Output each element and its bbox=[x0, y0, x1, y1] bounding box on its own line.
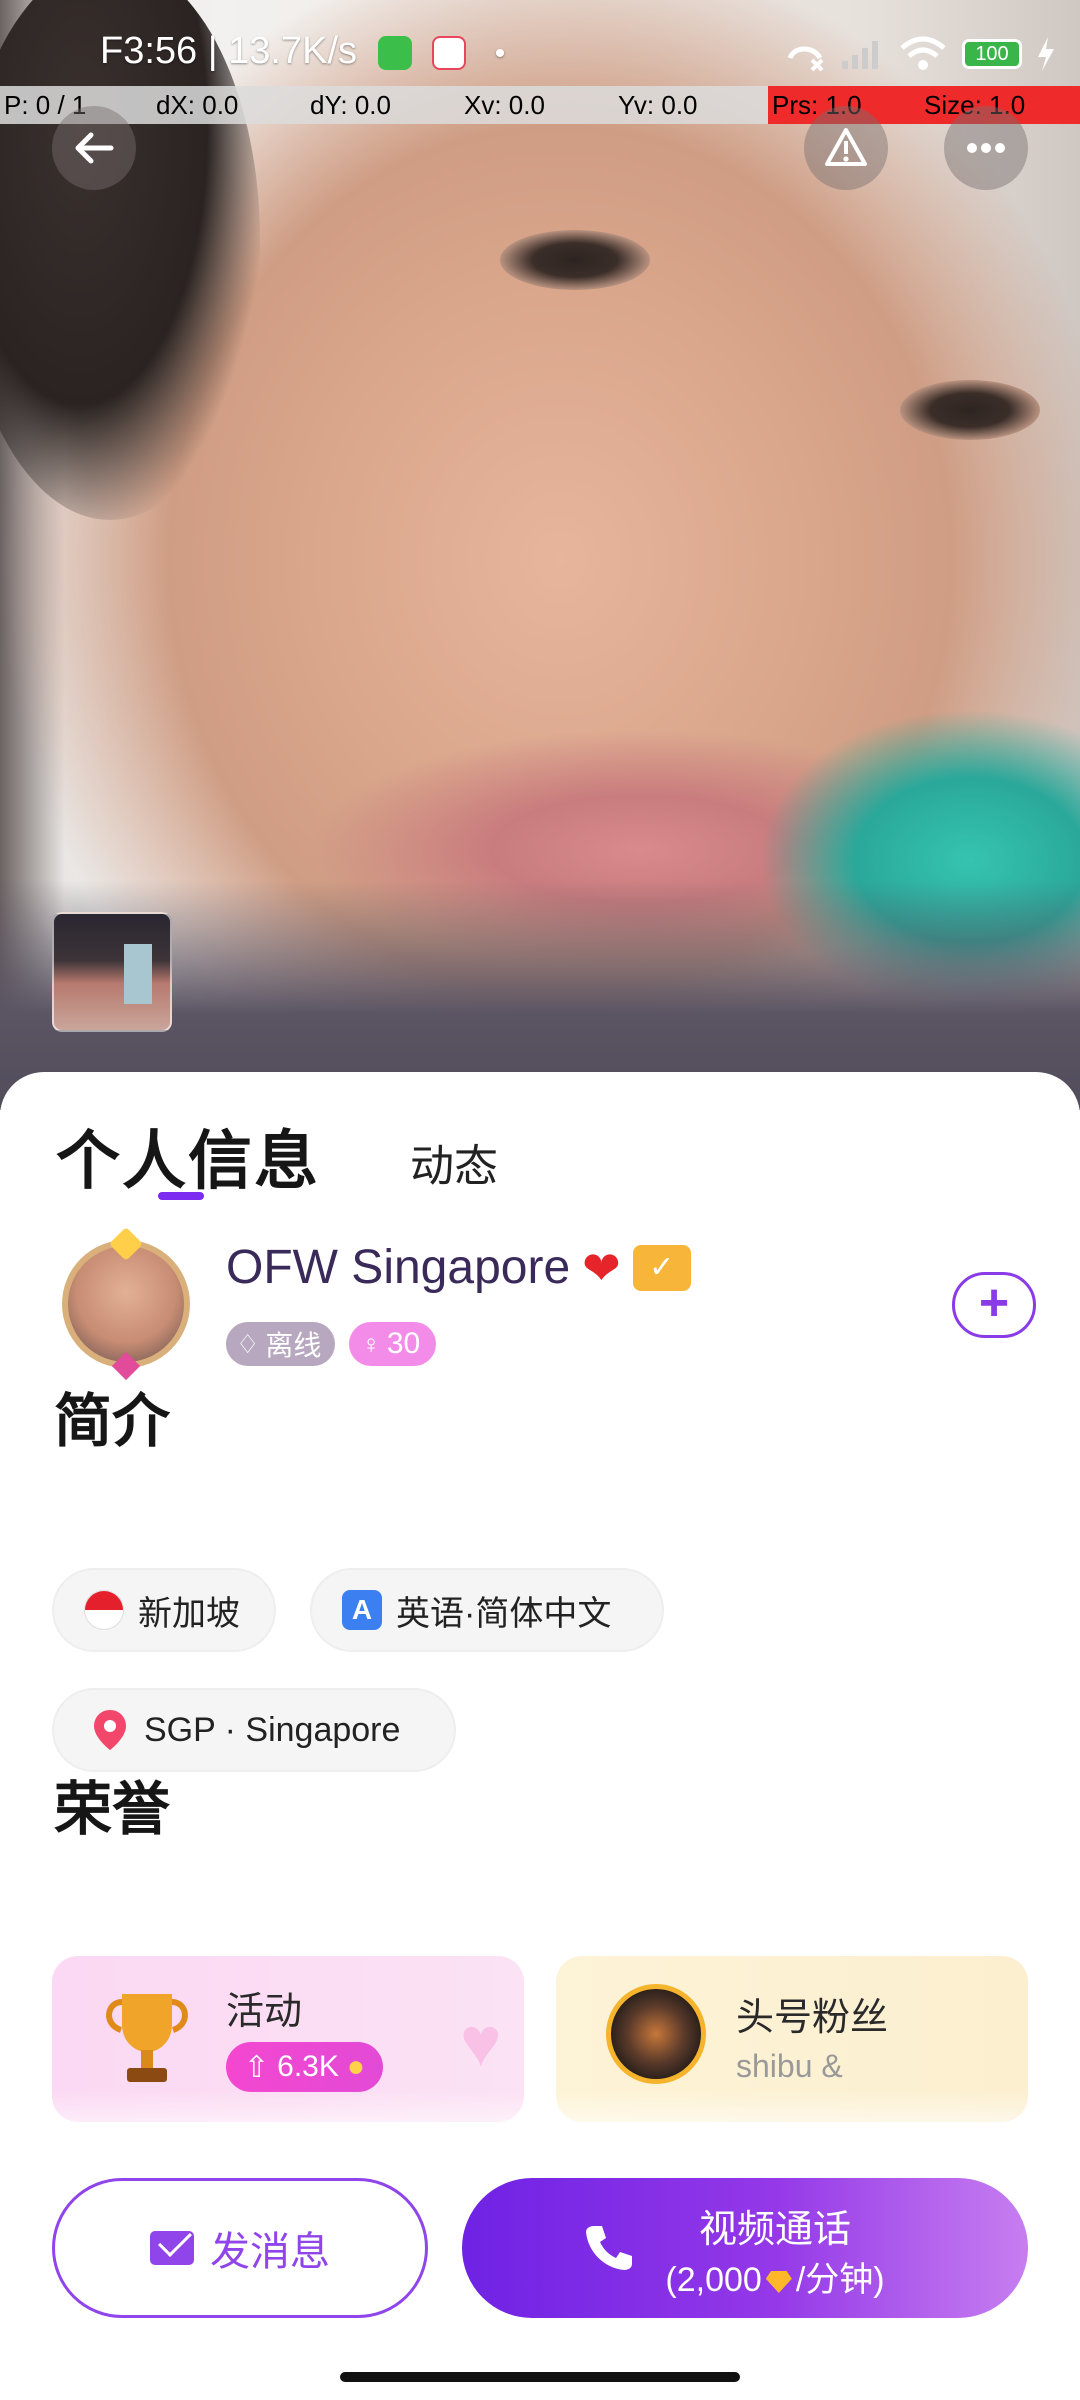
country-text: 新加坡 bbox=[138, 1594, 240, 1633]
call-price-prefix: (2,000 bbox=[665, 2261, 762, 2299]
coin-icon: ● bbox=[346, 2050, 365, 2083]
video-call-button[interactable]: 视频通话 (2,000/分钟) bbox=[462, 2178, 1028, 2318]
offline-icon: ♢ bbox=[236, 1328, 260, 1359]
activity-label: 活动 bbox=[226, 1991, 303, 2033]
charging-icon bbox=[1038, 37, 1054, 71]
verified-badge-icon: ✓ bbox=[632, 1244, 691, 1291]
back-arrow-icon bbox=[75, 132, 114, 164]
status-icons: 100 bbox=[784, 36, 1056, 72]
location-text: SGP · Singapore bbox=[144, 1710, 401, 1749]
signal-icon bbox=[842, 41, 878, 69]
video-call-price: (2,000/分钟) bbox=[462, 2252, 1028, 2301]
decorative-heart-icon: ♥ bbox=[460, 2003, 502, 2081]
warning-icon bbox=[825, 128, 867, 166]
level-text: 30 bbox=[386, 1327, 421, 1360]
photo-eye-left bbox=[500, 230, 650, 290]
call-price-suffix: /分钟) bbox=[795, 2261, 885, 2299]
debug-yv: Yv: 0.0 bbox=[614, 86, 768, 124]
call-muted-icon bbox=[787, 46, 824, 72]
trophy-icon bbox=[92, 1984, 202, 2094]
country-tag: 新加坡 bbox=[52, 1568, 276, 1652]
online-status-text: 离线 bbox=[265, 1330, 322, 1361]
tab-moments[interactable]: 动态 bbox=[410, 1130, 498, 1202]
video-call-label: 视频通话 bbox=[698, 2209, 851, 2251]
language-tag: A 英语·简体中文 bbox=[310, 1568, 664, 1652]
home-indicator[interactable] bbox=[340, 2372, 740, 2382]
photo-thumbnail[interactable] bbox=[52, 912, 172, 1032]
language-icon: A bbox=[342, 1590, 382, 1630]
debug-dx: dX: 0.0 bbox=[152, 86, 306, 124]
up-arrow-icon: ⇧ bbox=[244, 2050, 270, 2084]
follow-button[interactable]: + bbox=[952, 1272, 1036, 1338]
back-button[interactable] bbox=[52, 106, 136, 190]
profile-chips: ♢ 离线 ♀ 30 bbox=[226, 1322, 437, 1366]
honors-section-title: 荣誉 bbox=[54, 1777, 171, 1842]
activity-coins-badge: ⇧ 6.3K ● bbox=[226, 2042, 383, 2092]
status-dot: • bbox=[494, 37, 506, 70]
intro-section-title: 简介 bbox=[54, 1389, 171, 1454]
singapore-flag-icon bbox=[84, 1590, 124, 1630]
location-tag: SGP · Singapore bbox=[52, 1688, 456, 1772]
top-fan-label: 头号粉丝 bbox=[736, 1997, 889, 2039]
top-fan-name: shibu & bbox=[736, 2048, 843, 2084]
status-time-text: F3:56 | 13.7K/s bbox=[100, 30, 358, 72]
app-notification-icon bbox=[377, 35, 412, 70]
diamond-icon bbox=[765, 2271, 792, 2294]
wifi-icon bbox=[900, 36, 946, 70]
send-message-label: 发消息 bbox=[210, 2230, 330, 2274]
send-message-button[interactable]: 发消息 bbox=[52, 2178, 428, 2318]
more-dots-icon bbox=[967, 143, 1005, 153]
location-pin-icon bbox=[90, 1707, 130, 1753]
more-options-button[interactable] bbox=[944, 106, 1028, 190]
avatar[interactable] bbox=[56, 1227, 196, 1382]
profile-name: OFW Singapore bbox=[226, 1241, 571, 1294]
top-fan-avatar bbox=[606, 1984, 706, 2084]
level-badge: ♀ 30 bbox=[349, 1322, 437, 1366]
tab-profile-info[interactable]: 个人信息 bbox=[56, 1110, 320, 1202]
activity-coins-value: 6.3K bbox=[277, 2050, 339, 2083]
battery-icon: 100 bbox=[962, 39, 1022, 69]
thumbnail-door-shade bbox=[124, 944, 152, 1004]
profile-tabs: 个人信息 动态 bbox=[56, 1110, 498, 1202]
status-time: F3:56 | 13.7K/s • bbox=[100, 30, 505, 73]
video-app-icon bbox=[432, 35, 467, 70]
language-text: 英语·简体中文 bbox=[396, 1594, 612, 1633]
photo-eye-right bbox=[900, 380, 1040, 440]
report-button[interactable] bbox=[804, 106, 888, 190]
tab-indicator bbox=[158, 1192, 204, 1200]
profile-name-row: OFW Singapore ❤ ✓ bbox=[226, 1240, 691, 1295]
envelope-icon bbox=[150, 2231, 194, 2265]
level-icon: ♀ bbox=[361, 1328, 381, 1359]
pointer-debug-bar: P: 0 / 1 dX: 0.0 dY: 0.0 Xv: 0.0 Yv: 0.0… bbox=[0, 86, 1080, 124]
heart-icon: ❤ bbox=[582, 1241, 621, 1294]
online-status-badge: ♢ 离线 bbox=[226, 1322, 336, 1366]
profile-header: OFW Singapore ❤ ✓ ♢ 离线 ♀ 30 + bbox=[56, 1227, 1036, 1382]
debug-xv: Xv: 0.0 bbox=[460, 86, 614, 124]
debug-dy: dY: 0.0 bbox=[306, 86, 460, 124]
